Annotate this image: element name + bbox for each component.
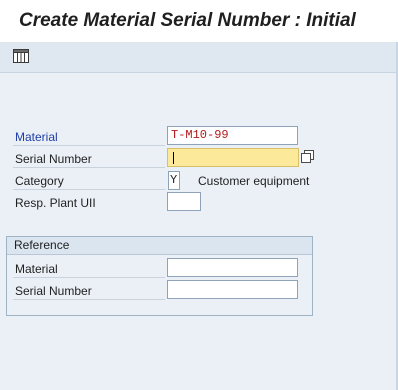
reference-group-header: Reference	[7, 237, 312, 255]
material-field[interactable]: T-M10-99	[167, 126, 298, 145]
row-separator	[13, 189, 165, 190]
row-separator	[13, 167, 165, 168]
reference-material-label: Material	[15, 262, 58, 276]
reference-material-field[interactable]	[167, 258, 298, 277]
category-description: Customer equipment	[198, 174, 310, 188]
application-toolbar	[0, 42, 398, 73]
category-field[interactable]: Y	[168, 171, 180, 190]
category-label: Category	[15, 174, 64, 188]
row-separator	[13, 145, 165, 146]
material-label: Material	[15, 130, 58, 144]
serial-number-label: Serial Number	[15, 152, 92, 166]
value-help-button[interactable]	[301, 150, 315, 164]
required-marker	[294, 162, 298, 166]
reference-group-title: Reference	[14, 238, 70, 252]
required-marker	[294, 149, 298, 153]
text-cursor	[173, 152, 174, 164]
required-marker	[168, 162, 172, 166]
table-settings-icon	[13, 49, 29, 63]
resp-plant-uii-label: Resp. Plant UII	[15, 196, 96, 210]
required-marker	[168, 149, 172, 153]
main-content	[0, 73, 398, 390]
serial-number-field[interactable]	[167, 148, 299, 167]
row-separator	[13, 299, 165, 300]
value-help-icon	[301, 150, 314, 163]
reference-serial-number-label: Serial Number	[15, 284, 92, 298]
resp-plant-uii-field[interactable]	[167, 192, 201, 211]
page-title: Create Material Serial Number : Initial	[19, 10, 356, 31]
row-separator	[13, 277, 165, 278]
table-settings-button[interactable]	[12, 47, 30, 65]
title-bar: Create Material Serial Number : Initial	[0, 0, 398, 42]
reference-serial-number-field[interactable]	[167, 280, 298, 299]
